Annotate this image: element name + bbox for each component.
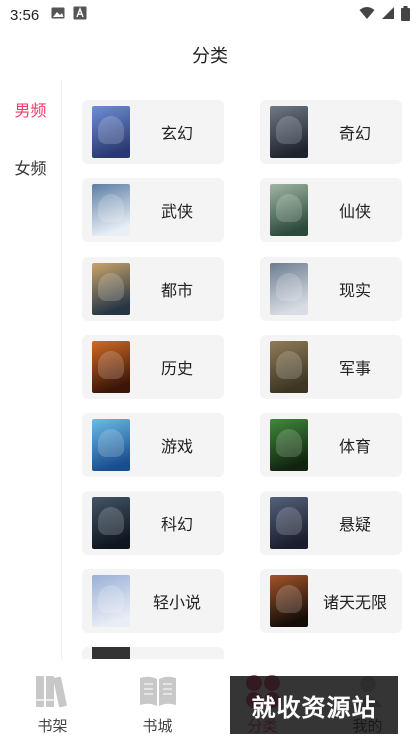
sidebar-item-label: 男频 bbox=[14, 101, 47, 120]
book-cover-image bbox=[92, 497, 130, 549]
book-cover-image bbox=[270, 419, 308, 471]
category-label: 现实 bbox=[338, 281, 371, 300]
book-cover-image bbox=[270, 497, 308, 549]
book-cover-image bbox=[92, 184, 130, 236]
category-card[interactable]: 军事 bbox=[260, 335, 402, 399]
open-book-icon bbox=[138, 671, 178, 711]
category-label: 历史 bbox=[160, 359, 193, 378]
book-cover-image bbox=[92, 575, 130, 627]
category-label: 奇幻 bbox=[338, 124, 371, 143]
cover-art bbox=[276, 585, 302, 613]
image-icon bbox=[51, 6, 65, 24]
cover-art bbox=[276, 194, 302, 222]
category-card[interactable]: 轻小说 bbox=[82, 569, 224, 633]
status-time: 3:56 bbox=[10, 6, 40, 24]
book-cover-image bbox=[270, 106, 308, 158]
category-card[interactable]: 武侠 bbox=[82, 178, 224, 242]
gender-sidebar: 男频 女频 bbox=[0, 80, 62, 660]
book-cover-image bbox=[92, 106, 130, 158]
cover-art bbox=[98, 273, 124, 301]
nav-bookstore[interactable]: 书城 bbox=[105, 660, 210, 747]
category-card[interactable]: 玄幻 bbox=[82, 100, 224, 164]
category-label: 仙侠 bbox=[338, 202, 371, 221]
category-label: 武侠 bbox=[160, 202, 193, 221]
category-card[interactable]: 现实 bbox=[260, 257, 402, 321]
category-card[interactable]: 游戏 bbox=[82, 413, 224, 477]
status-right-icons bbox=[359, 5, 410, 25]
book-cover-image bbox=[92, 263, 130, 315]
category-card[interactable]: 都市 bbox=[82, 257, 224, 321]
book-cover-image bbox=[270, 575, 308, 627]
cover-art bbox=[276, 351, 302, 379]
wifi-icon bbox=[359, 6, 375, 24]
book-cover-image bbox=[92, 647, 130, 659]
cover-art bbox=[276, 429, 302, 457]
category-card[interactable]: 奇幻 bbox=[260, 100, 402, 164]
category-label: 军事 bbox=[338, 359, 371, 378]
category-label: 体育 bbox=[338, 437, 371, 456]
nav-label: 书城 bbox=[142, 717, 173, 735]
cover-art bbox=[98, 351, 124, 379]
signal-icon bbox=[381, 6, 395, 24]
book-cover-image bbox=[92, 419, 130, 471]
cover-art bbox=[98, 429, 124, 457]
category-label: 游戏 bbox=[160, 437, 193, 456]
cover-art bbox=[276, 273, 302, 301]
text-a-icon bbox=[73, 6, 87, 24]
cover-art bbox=[98, 585, 124, 613]
category-label: 诸天无限 bbox=[322, 593, 387, 612]
page-title: 分类 bbox=[192, 46, 228, 67]
cover-art bbox=[276, 116, 302, 144]
watermark-banner: 就收资源站 bbox=[230, 676, 398, 734]
category-card[interactable]: 体育 bbox=[260, 413, 402, 477]
category-card[interactable]: 科幻 bbox=[82, 491, 224, 555]
cover-art bbox=[276, 507, 302, 535]
book-cover-image bbox=[270, 184, 308, 236]
sidebar-item-female[interactable]: 女频 bbox=[0, 138, 61, 196]
cover-art bbox=[98, 507, 124, 535]
category-card[interactable]: 悬疑 bbox=[260, 491, 402, 555]
category-label: 玄幻 bbox=[160, 124, 193, 143]
nav-label: 书架 bbox=[37, 717, 68, 735]
category-card[interactable]: 仙侠 bbox=[260, 178, 402, 242]
book-cover-image bbox=[270, 341, 308, 393]
cover-art bbox=[98, 116, 124, 144]
book-cover-image bbox=[270, 263, 308, 315]
bookshelf-icon bbox=[33, 671, 73, 711]
category-card[interactable]: 诸天无限 bbox=[260, 569, 402, 633]
category-card-partial[interactable] bbox=[82, 647, 224, 659]
category-label: 轻小说 bbox=[152, 593, 201, 612]
cover-art bbox=[98, 194, 124, 222]
category-label: 科幻 bbox=[160, 515, 193, 534]
battery-icon bbox=[401, 5, 410, 25]
sidebar-item-label: 女频 bbox=[14, 159, 47, 178]
nav-bookshelf[interactable]: 书架 bbox=[0, 660, 105, 747]
sidebar-item-male[interactable]: 男频 bbox=[0, 80, 61, 138]
category-card[interactable]: 历史 bbox=[82, 335, 224, 399]
status-bar: 3:56 bbox=[0, 0, 420, 30]
category-label: 悬疑 bbox=[338, 515, 371, 534]
page-title-bar: 分类 bbox=[0, 30, 420, 80]
book-cover-image bbox=[92, 341, 130, 393]
category-label: 都市 bbox=[160, 281, 193, 300]
